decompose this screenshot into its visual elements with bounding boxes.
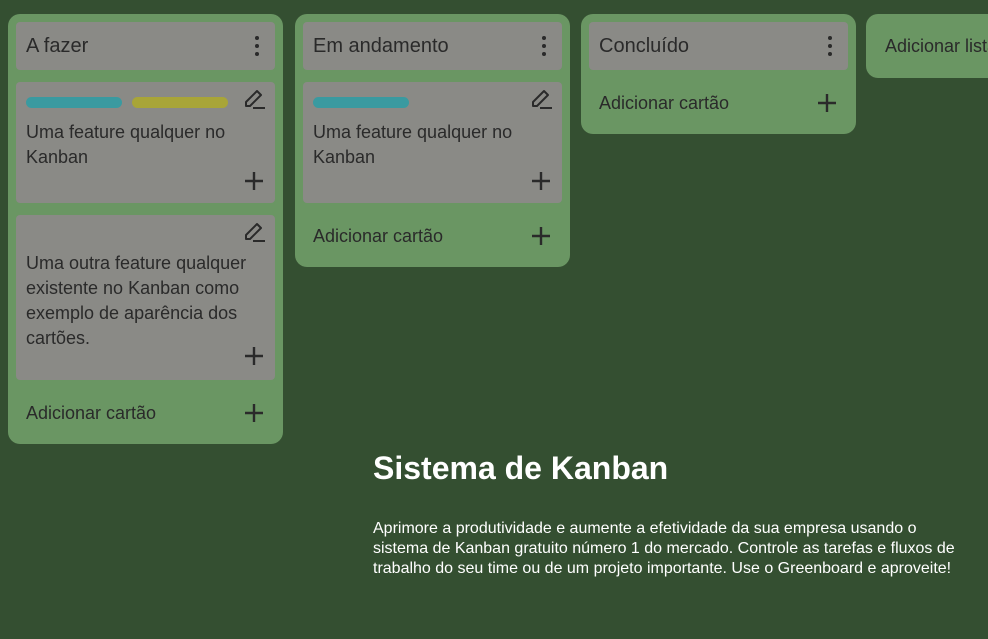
list-em-andamento: Em andamento Uma feature qualquer no Kan… — [295, 14, 570, 267]
add-card-button[interactable]: Adicionar cartão — [16, 390, 275, 436]
card[interactable]: Uma feature qualquer no Kanban — [16, 82, 275, 203]
list-title: A fazer — [26, 34, 89, 57]
pencil-icon[interactable] — [528, 86, 554, 112]
card-labels — [313, 92, 552, 112]
add-card-button[interactable]: Adicionar cartão — [589, 80, 848, 126]
add-card-label: Adicionar cartão — [599, 92, 730, 113]
card-text: Uma feature qualquer no Kanban — [26, 122, 226, 167]
promo-title: Sistema de Kanban — [373, 450, 669, 486]
plus-icon[interactable] — [816, 92, 838, 114]
list-header: Em andamento — [303, 22, 562, 70]
card[interactable]: Uma feature qualquer no Kanban — [303, 82, 562, 203]
kebab-menu-icon[interactable] — [536, 32, 552, 60]
card-text: Uma feature qualquer no Kanban — [313, 122, 513, 167]
card-labels — [26, 92, 265, 112]
add-list-button[interactable]: Adicionar lista — [866, 14, 988, 78]
kebab-menu-icon[interactable] — [822, 32, 838, 60]
plus-icon[interactable] — [243, 170, 265, 192]
card[interactable]: Uma outra feature qualquer existente no … — [16, 215, 275, 380]
add-list-label: Adicionar lista — [885, 36, 988, 56]
kebab-menu-icon[interactable] — [249, 32, 265, 60]
add-card-button[interactable]: Adicionar cartão — [303, 213, 562, 259]
list-concluido: Concluído Adicionar cartão — [581, 14, 856, 134]
plus-icon[interactable] — [530, 225, 552, 247]
kanban-board: A fazer Uma feature qualquer no Kanban U… — [0, 0, 988, 639]
list-header: A fazer — [16, 22, 275, 70]
plus-icon[interactable] — [530, 170, 552, 192]
promo-text: Aprimore a produtividade e aumente a efe… — [373, 520, 955, 577]
plus-icon[interactable] — [243, 345, 265, 367]
plus-icon[interactable] — [243, 402, 265, 424]
label-yellow[interactable] — [132, 96, 228, 108]
add-card-label: Adicionar cartão — [313, 225, 444, 246]
add-card-label: Adicionar cartão — [26, 402, 157, 423]
list-header: Concluído — [589, 22, 848, 70]
card-labels — [26, 225, 265, 245]
pencil-icon[interactable] — [241, 86, 267, 112]
list-title: Em andamento — [313, 34, 449, 57]
label-teal[interactable] — [313, 96, 409, 108]
card-text: Uma outra feature qualquer existente no … — [26, 253, 247, 348]
list-a-fazer: A fazer Uma feature qualquer no Kanban U… — [8, 14, 283, 444]
list-title: Concluído — [599, 34, 690, 57]
pencil-icon[interactable] — [241, 219, 267, 245]
promo-section: Sistema de Kanban Aprimore a produtivida… — [373, 449, 973, 579]
label-teal[interactable] — [26, 96, 122, 108]
